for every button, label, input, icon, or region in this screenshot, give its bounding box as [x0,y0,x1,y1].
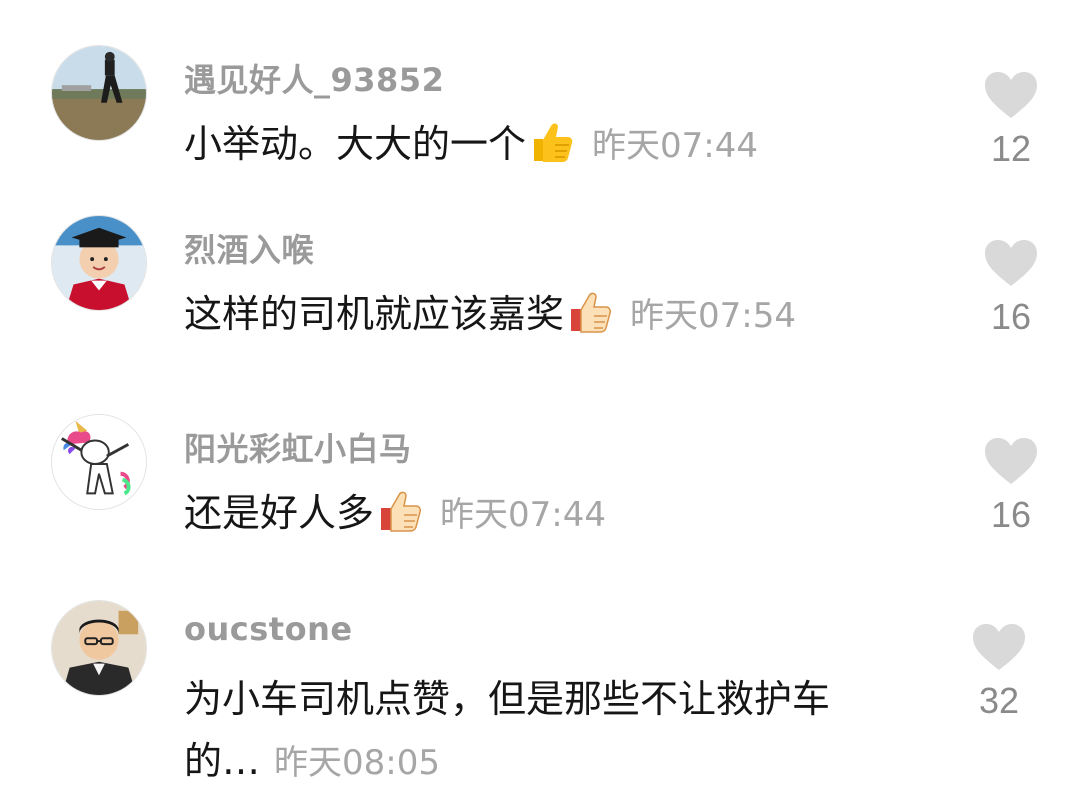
comment-timestamp: 昨天08:05 [274,743,440,783]
username[interactable]: oucstone [184,610,353,648]
thumbs-up-icon [528,117,576,179]
like-button[interactable]: 32 [964,622,1034,722]
like-button[interactable]: 16 [976,436,1046,536]
comment-timestamp: 昨天07:44 [440,495,606,535]
thumbs-up-icon [376,486,424,548]
avatar-image [52,601,146,695]
like-count: 16 [990,494,1032,535]
heart-icon [985,240,1037,286]
like-count: 16 [990,296,1032,337]
thumbs-up-icon [566,287,614,349]
username[interactable]: 遇见好人_93852 [184,55,444,101]
comment-timestamp: 昨天07:44 [592,126,758,166]
username[interactable]: 阳光彩虹小白马 [184,424,412,470]
avatar-image [52,46,146,140]
avatar[interactable] [51,215,147,311]
comment-text: 为小车司机点赞，但是那些不让救护车的… 昨天08:05 [184,668,904,794]
avatar-image [52,415,146,509]
comment-text: 这样的司机就应该嘉奖 昨天07:54 [184,287,796,349]
heart-icon [973,624,1025,670]
heart-icon [985,438,1037,484]
avatar[interactable] [51,600,147,696]
like-button[interactable]: 12 [976,70,1046,170]
avatar-image [52,216,146,310]
like-count: 12 [990,128,1032,169]
heart-icon [985,72,1037,118]
like-button[interactable]: 16 [976,238,1046,338]
comment-body: 这样的司机就应该嘉奖 [184,292,565,336]
like-count: 32 [978,680,1020,721]
username[interactable]: 烈酒入喉 [184,225,314,271]
avatar[interactable] [51,414,147,510]
comment-body: 还是好人多 [184,491,375,535]
comment-body: 小举动。大大的一个 [184,122,527,166]
avatar[interactable] [51,45,147,141]
comment-timestamp: 昨天07:54 [630,296,796,336]
comment-text: 小举动。大大的一个 昨天07:44 [184,117,758,179]
comment-text: 还是好人多 昨天07:44 [184,486,606,548]
